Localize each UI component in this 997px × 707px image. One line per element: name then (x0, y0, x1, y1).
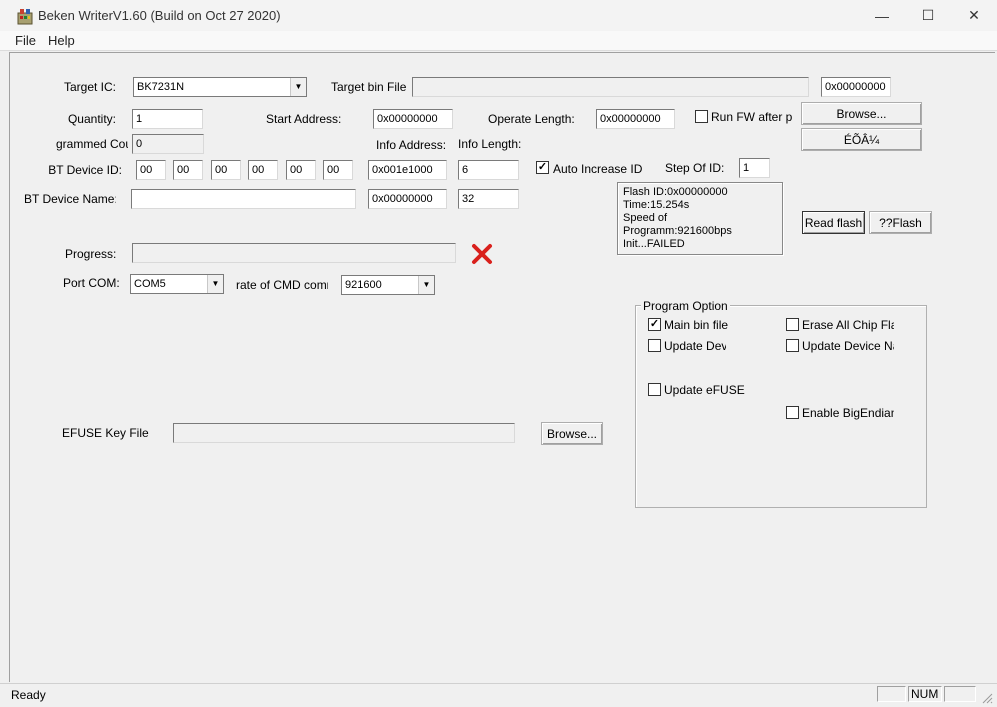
flash-button[interactable]: ??Flash (869, 211, 932, 234)
status-cell-num: NUM (908, 686, 942, 702)
operate-length-label: Operate Length: (488, 112, 575, 126)
efuse-key-file-label: EFUSE Key File (62, 426, 149, 440)
status-cell-scrl (944, 686, 976, 702)
target-bin-field[interactable] (412, 77, 809, 97)
start-address-label: Start Address: (266, 112, 342, 126)
info-length-label: Info Length: (458, 137, 522, 151)
status-info-box: Flash ID:0x00000000 Time:15.254s Speed o… (617, 182, 783, 255)
main-bin-check-mark: ✓ (649, 318, 660, 330)
read-flash-button[interactable]: Read flash (802, 211, 865, 234)
programmed-count-label: grammed Cour (56, 137, 128, 151)
port-com-value: COM5 (134, 278, 166, 290)
run-fw-checkbox[interactable] (695, 110, 708, 123)
quantity-label: Quantity: (67, 112, 116, 126)
main-panel: Target IC: BK7231N ▼ Target bin File 0x0… (9, 52, 995, 682)
step-of-id-field[interactable]: 1 (739, 158, 770, 178)
update-device-checkbox[interactable] (648, 339, 661, 352)
info-address-label: Info Address: (376, 138, 447, 152)
update-efuse-checkbox[interactable] (648, 383, 661, 396)
progress-bar (132, 243, 456, 263)
close-button[interactable]: ✕ (951, 0, 997, 31)
status-bar: Ready NUM (0, 683, 997, 707)
name-length-field[interactable]: 32 (458, 189, 519, 209)
target-ic-select[interactable]: BK7231N ▼ (133, 77, 307, 97)
quantity-field[interactable]: 1 (132, 109, 203, 129)
init-line: Init...FAILED (623, 238, 685, 250)
target-ic-label: Target IC: (63, 80, 116, 94)
run-fw-label: Run FW after pr (711, 110, 793, 124)
progress-label: Progress: (65, 247, 117, 261)
bt-id-byte-4[interactable]: 00 (248, 160, 278, 180)
chevron-down-icon[interactable]: ▼ (418, 276, 434, 294)
bt-device-id-label: BT Device ID: (48, 163, 122, 177)
status-cell-caps (877, 686, 906, 702)
speed-line: Speed of Programm:921600bps (623, 212, 732, 237)
baud-rate-label: rate of CMD comm. (236, 278, 328, 292)
main-bin-checkbox[interactable]: ✓ (648, 318, 661, 331)
app-icon (16, 7, 34, 25)
encoded-action-button[interactable]: ÉÕÂ¼ (801, 128, 922, 151)
update-device-label: Update Devi (664, 339, 726, 353)
update-device-name-label: Update Device Nam (802, 339, 894, 353)
app-window: Beken WriterV1.60 (Build on Oct 27 2020)… (0, 0, 997, 707)
maximize-button[interactable]: ☐ (905, 0, 951, 31)
bt-id-byte-5[interactable]: 00 (286, 160, 316, 180)
minimize-button[interactable]: — (859, 0, 905, 31)
name-address-field[interactable]: 0x00000000 (368, 189, 447, 209)
programmed-count-field: 0 (132, 134, 204, 154)
baud-rate-value: 921600 (345, 279, 382, 291)
bt-id-byte-6[interactable]: 00 (323, 160, 353, 180)
erase-all-label: Erase All Chip Flash (802, 318, 894, 332)
error-x-icon (471, 243, 493, 265)
enable-bigendian-checkbox[interactable] (786, 406, 799, 419)
auto-increase-check-mark: ✓ (537, 161, 548, 173)
time-line: Time:15.254s (623, 199, 690, 211)
efuse-browse-button[interactable]: Browse... (541, 422, 603, 445)
info-address-field[interactable]: 0x001e1000 (368, 160, 447, 180)
menu-help[interactable]: Help (48, 33, 75, 48)
bt-id-byte-3[interactable]: 00 (211, 160, 241, 180)
chevron-down-icon[interactable]: ▼ (207, 275, 223, 293)
bt-id-byte-1[interactable]: 00 (136, 160, 166, 180)
bt-device-name-field[interactable] (131, 189, 356, 209)
window-title: Beken WriterV1.60 (Build on Oct 27 2020) (38, 8, 281, 23)
target-bin-label: Target bin File (331, 80, 407, 94)
bt-id-byte-2[interactable]: 00 (173, 160, 203, 180)
browse-button[interactable]: Browse... (801, 102, 922, 125)
enable-bigendian-label: Enable BigEndian II (802, 406, 894, 420)
target-bin-address-field[interactable]: 0x00000000 (821, 77, 891, 97)
update-efuse-label: Update eFUSE (664, 383, 745, 397)
baud-rate-select[interactable]: 921600 ▼ (341, 275, 435, 295)
operate-length-field[interactable]: 0x00000000 (596, 109, 675, 129)
resize-grip-icon[interactable] (981, 692, 993, 704)
menu-bar: File Help (0, 31, 997, 51)
status-text: Ready (11, 688, 46, 702)
auto-increase-label: Auto Increase ID (553, 162, 643, 176)
update-device-name-checkbox[interactable] (786, 339, 799, 352)
menu-file[interactable]: File (15, 33, 36, 48)
start-address-field[interactable]: 0x00000000 (373, 109, 453, 129)
target-ic-value: BK7231N (137, 81, 185, 93)
efuse-key-file-field[interactable] (173, 423, 515, 443)
port-com-select[interactable]: COM5 ▼ (130, 274, 224, 294)
port-com-label: Port COM: (63, 276, 120, 290)
chevron-down-icon[interactable]: ▼ (290, 78, 306, 96)
step-of-id-label: Step Of ID: (665, 161, 725, 175)
bt-device-name-label: BT Device Name: (24, 192, 116, 206)
main-bin-label: Main bin file (664, 318, 729, 332)
program-option-title: Program Option (641, 299, 730, 313)
info-length-field[interactable]: 6 (458, 160, 519, 180)
erase-all-checkbox[interactable] (786, 318, 799, 331)
auto-increase-checkbox[interactable]: ✓ (536, 161, 549, 174)
title-bar: Beken WriterV1.60 (Build on Oct 27 2020)… (0, 0, 997, 31)
flash-id-line: Flash ID:0x00000000 (623, 186, 728, 198)
